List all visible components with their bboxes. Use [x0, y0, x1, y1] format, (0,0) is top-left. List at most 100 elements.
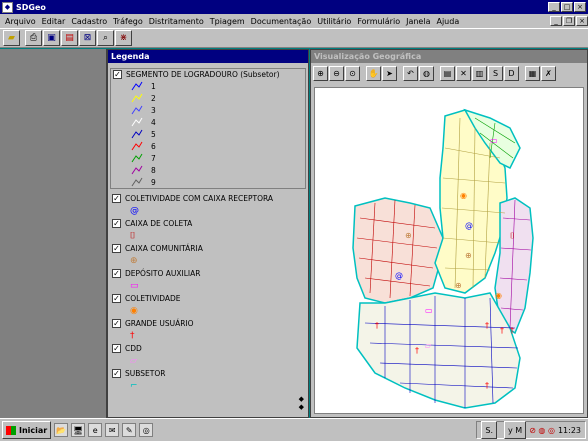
map-canvas[interactable]: ▭ ◉ @ ⊕ @ ⊕ ⌷ ▭ ◉ ⊕ † † † † † † ▱: [314, 87, 584, 414]
print-icon[interactable]: ⎙: [25, 30, 42, 46]
minimize-button[interactable]: _: [548, 2, 560, 12]
mail-icon[interactable]: ✉: [105, 423, 120, 437]
start-label: Iniciar: [19, 425, 48, 435]
region-south: [356, 292, 521, 409]
window-title: SDGeo: [16, 2, 46, 12]
subsetor-item: 6: [111, 140, 305, 152]
folder-icon[interactable]: 📂: [54, 423, 69, 437]
menu-distritamento[interactable]: Distritamento: [146, 17, 207, 26]
subsetor-label: 5: [151, 129, 156, 139]
layer-row: ✓ COLETIVIDADE COM CAIXA RECEPTORA: [110, 193, 306, 204]
maximize-button[interactable]: □: [561, 2, 573, 12]
subsetor-label: 1: [151, 81, 156, 91]
zoom-out-icon[interactable]: ⊖: [329, 65, 344, 81]
layer-checkbox[interactable]: ✓: [112, 344, 121, 353]
zoom-in-icon[interactable]: ⊕: [313, 65, 328, 81]
svg-text:†: †: [500, 326, 504, 335]
subsetor-label: 6: [151, 141, 156, 151]
s-icon[interactable]: S: [488, 65, 503, 81]
layer-row: ✓ SUBSETOR: [110, 368, 306, 379]
undo-icon[interactable]: ↶: [403, 65, 418, 81]
layer-symbol-icon: ⌷: [130, 231, 136, 241]
layer-row: ✓ CAIXA COMUNITÁRIA: [110, 243, 306, 254]
subsetor-label: 7: [151, 153, 156, 163]
menu-formulario[interactable]: Formulário: [354, 17, 403, 26]
menu-tpiagem[interactable]: Tpiagem: [207, 17, 248, 26]
layer-label: DEPÓSITO AUXILIAR: [125, 269, 201, 278]
subsetor-label: 4: [151, 117, 156, 127]
layer-row: ✓ COLETIVIDADE: [110, 293, 306, 304]
subsetor-item: 1: [111, 80, 305, 92]
svg-text:▭: ▭: [425, 306, 433, 315]
left-panel: [0, 49, 107, 418]
bars-icon[interactable]: ▥: [472, 65, 487, 81]
desktop-icon[interactable]: 🖥: [71, 423, 86, 437]
window-icon[interactable]: ▣: [43, 30, 60, 46]
layer-checkbox[interactable]: ✓: [112, 244, 121, 253]
task-other[interactable]: y M: [504, 421, 527, 439]
layer-symbol-icon: ◉: [130, 306, 138, 316]
zoom-window-icon[interactable]: ⊙: [345, 65, 360, 81]
close-button[interactable]: ×: [574, 2, 586, 12]
line-swatch-icon: [131, 81, 143, 91]
legend-panel: Legenda ✓ SEGMENTO DE LOGRADOURO (Subset…: [107, 49, 309, 418]
pan-hand-icon[interactable]: ✋: [366, 65, 381, 81]
table-icon[interactable]: ▦: [525, 65, 540, 81]
layer-label: CAIXA DE COLETA: [125, 219, 193, 228]
menu-editar[interactable]: Editar: [39, 17, 69, 26]
line-swatch-icon: [131, 117, 143, 127]
layer-checkbox[interactable]: ✓: [112, 219, 121, 228]
region-west: [352, 197, 444, 304]
child-minimize-button[interactable]: _: [550, 16, 562, 26]
legend-title: Legenda: [108, 50, 308, 63]
menu-janela[interactable]: Janela: [403, 17, 433, 26]
svg-text:▱: ▱: [425, 341, 432, 350]
subsetor-item: 8: [111, 164, 305, 176]
map-title: Visualização Geográfica: [311, 50, 587, 63]
channel-icon[interactable]: ◎: [139, 423, 154, 437]
ie-icon[interactable]: e: [88, 423, 103, 437]
d-icon[interactable]: D: [504, 65, 519, 81]
task-sdgeo[interactable]: S.: [481, 421, 497, 439]
legend-scroll-arrows[interactable]: ◆ ◆: [299, 395, 304, 411]
line-swatch-icon: [131, 105, 143, 115]
child-close-button[interactable]: ×: [576, 16, 588, 26]
menu-ajuda[interactable]: Ajuda: [433, 17, 462, 26]
child-restore-button[interactable]: ❐: [563, 16, 575, 26]
globe-icon[interactable]: ◍: [419, 65, 434, 81]
svg-text:†: †: [415, 346, 419, 355]
grid-icon[interactable]: ⋇: [115, 30, 132, 46]
menu-trafego[interactable]: Tráfego: [110, 17, 146, 26]
segment-checkbox[interactable]: ✓: [113, 70, 122, 79]
layer-checkbox[interactable]: ✓: [112, 369, 121, 378]
menu-arquivo[interactable]: Arquivo: [2, 17, 39, 26]
chart-icon[interactable]: ✗: [541, 65, 556, 81]
start-button[interactable]: Iniciar: [2, 421, 52, 439]
subsetor-label: 3: [151, 105, 156, 115]
layer-checkbox[interactable]: ✓: [112, 294, 121, 303]
city-map: ▭ ◉ @ ⊕ @ ⊕ ⌷ ▭ ◉ ⊕ † † † † † † ▱: [352, 108, 534, 409]
layer-checkbox[interactable]: ✓: [112, 194, 121, 203]
select-arrow-icon[interactable]: ➤: [382, 65, 397, 81]
app-icon[interactable]: ◆: [2, 1, 13, 13]
cross-icon[interactable]: ⊠: [79, 30, 96, 46]
menu-cadastro[interactable]: Cadastro: [68, 17, 110, 26]
subsetor-item: 2: [111, 92, 305, 104]
layer-checkbox[interactable]: ✓: [112, 269, 121, 278]
layer-label: COLETIVIDADE COM CAIXA RECEPTORA: [125, 194, 274, 203]
edit-icon[interactable]: ✎: [122, 423, 137, 437]
tray-icons: ⊘ ◍ ◎: [529, 425, 555, 435]
segment-group: ✓ SEGMENTO DE LOGRADOURO (Subsetor) 1 2 3 4…: [110, 68, 306, 189]
menu-utilitario[interactable]: Utilitário: [314, 17, 354, 26]
subsetor-item: 4: [111, 116, 305, 128]
menu-documentacao[interactable]: Documentação: [248, 17, 315, 26]
zoom-icon[interactable]: ⌕: [97, 30, 114, 46]
title-bar: ◆ SDGeo _ □ ×: [0, 0, 588, 14]
network-icon[interactable]: ✕: [456, 65, 471, 81]
layer-checkbox[interactable]: ✓: [112, 319, 121, 328]
layer-row: ✓ GRANDE USUÁRIO: [110, 318, 306, 329]
open-icon[interactable]: ▰: [3, 30, 20, 46]
layer-symbol-icon: @: [130, 206, 139, 216]
legend-icon[interactable]: ▤: [440, 65, 455, 81]
window2-icon[interactable]: ▤: [61, 30, 78, 46]
